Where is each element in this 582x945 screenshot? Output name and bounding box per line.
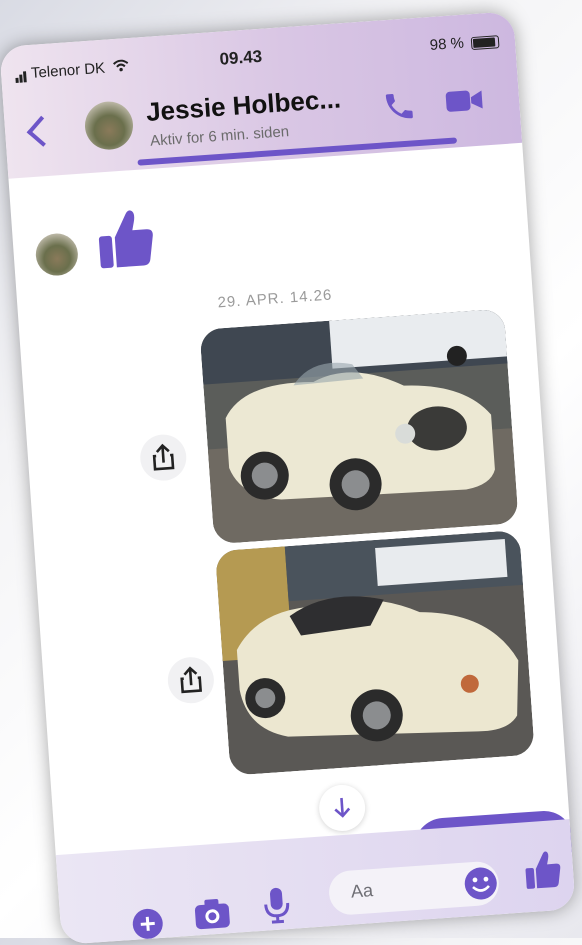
carrier-name: Telenor DK [30, 59, 106, 82]
shared-photo[interactable] [214, 529, 535, 776]
status-bar: Telenor DK 09.43 98 % [15, 32, 500, 88]
contact-name[interactable]: Jessie Holbec... [145, 83, 342, 128]
carrier-info: Telenor DK [15, 58, 130, 83]
activity-status: Aktiv for 6 min. siden [149, 123, 290, 150]
thumbs-up-icon[interactable] [523, 848, 564, 891]
battery-percent: 98 % [429, 34, 465, 54]
emoji-icon[interactable] [462, 864, 500, 902]
battery-indicator: 98 % [429, 32, 500, 54]
battery-icon [470, 34, 500, 50]
clock: 09.43 [218, 46, 263, 69]
sender-avatar [34, 232, 80, 277]
back-icon[interactable] [26, 115, 58, 147]
signal-icon [15, 65, 32, 83]
phone-screen: Telenor DK 09.43 98 % Jessie Holbec... A… [0, 11, 576, 945]
plus-icon[interactable] [130, 906, 166, 942]
thumbs-up-icon[interactable] [95, 205, 157, 271]
chat-header: Telenor DK 09.43 98 % Jessie Holbec... A… [0, 11, 523, 179]
wifi-icon [113, 58, 130, 76]
microphone-icon[interactable] [260, 885, 293, 925]
arrow-down-icon [334, 797, 351, 818]
shared-photo[interactable] [199, 308, 519, 545]
phone-icon[interactable] [381, 88, 417, 124]
scroll-down-button[interactable] [317, 783, 367, 833]
share-icon[interactable] [138, 433, 188, 483]
video-icon[interactable] [443, 85, 485, 116]
camera-icon[interactable] [191, 895, 233, 932]
share-icon[interactable] [166, 655, 216, 705]
contact-avatar[interactable] [83, 99, 135, 152]
message-input-placeholder: Aa [350, 880, 374, 902]
